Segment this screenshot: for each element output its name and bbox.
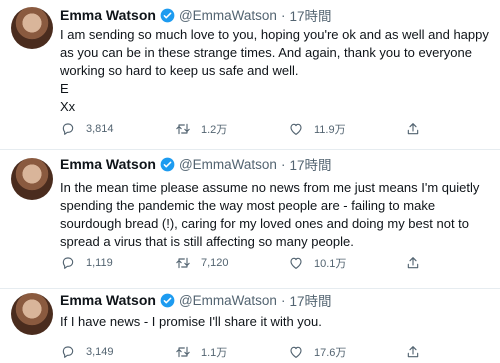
like-icon [290, 346, 302, 358]
like-count: 10.1万 [314, 258, 347, 270]
reply-button[interactable]: 3,814 [60, 120, 114, 138]
retweet-button[interactable]: 7,120 [175, 254, 229, 272]
retweet-icon [176, 257, 190, 269]
reply-count: 3,814 [86, 123, 114, 135]
tweet-header: Emma Watson @EmmaWatson · 17時間 [60, 6, 331, 24]
reply-count: 1,119 [86, 257, 113, 269]
tweet-text-line: sourdough bread (!), caring for my loved… [60, 216, 470, 231]
reply-count: 3,149 [86, 346, 114, 358]
retweet-button[interactable]: 1.1万 [175, 343, 227, 361]
tweet-text-line: E [60, 81, 69, 96]
avatar[interactable] [11, 158, 53, 200]
reply-icon [62, 346, 74, 358]
share-button[interactable] [405, 120, 421, 138]
tweet-text-line: In the mean time please assume no news f… [60, 180, 480, 195]
timestamp[interactable]: 17時間 [289, 154, 331, 174]
tweet[interactable]: Emma Watson @EmmaWatson · 17時間 If I have… [0, 289, 500, 363]
tweet-text-line: I am sending so much love to you, hoping… [60, 27, 489, 42]
tweet-text-line: spread a virus that is still affecting s… [60, 234, 354, 249]
tweet-text-line: working so hard to keep us safe and well… [60, 63, 299, 78]
tweet-text-line: spending the pandemic the way most peopl… [60, 198, 436, 213]
tweet-actions: 3,814 1.2万 11.9万 [60, 120, 430, 138]
avatar[interactable] [11, 7, 53, 49]
author-handle[interactable]: @EmmaWatson [179, 293, 277, 308]
like-button[interactable]: 11.9万 [288, 120, 346, 138]
avatar[interactable] [11, 293, 53, 335]
verified-badge-icon [160, 8, 175, 22]
like-icon [290, 257, 302, 269]
tweet-text: If I have news - I promise I'll share it… [60, 313, 492, 331]
retweet-count: 7,120 [201, 257, 229, 269]
reply-button[interactable]: 3,149 [60, 343, 114, 361]
tweet-header: Emma Watson @EmmaWatson · 17時間 [60, 155, 331, 173]
retweet-button[interactable]: 1.2万 [175, 120, 227, 138]
tweet-text-line: Xx [60, 99, 76, 114]
tweet-actions: 3,149 1.1万 17.6万 [60, 343, 430, 361]
tweet[interactable]: Emma Watson @EmmaWatson · 17時間 I am send… [0, 0, 500, 150]
retweet-icon [176, 123, 190, 135]
tweet-actions: 1,119 7,120 10.1万 [60, 254, 430, 272]
like-count: 11.9万 [314, 124, 346, 136]
tweet-text-line: If I have news - I promise I'll share it… [60, 314, 322, 329]
verified-badge-icon [160, 293, 175, 307]
like-count: 17.6万 [314, 347, 347, 359]
share-icon [407, 123, 419, 135]
tweet-header: Emma Watson @EmmaWatson · 17時間 [60, 291, 331, 309]
retweet-count: 1.2万 [201, 124, 228, 136]
tweet-text: I am sending so much love to you, hoping… [60, 26, 492, 116]
timestamp[interactable]: 17時間 [289, 290, 331, 310]
author-handle[interactable]: @EmmaWatson [179, 157, 277, 172]
reply-icon [62, 123, 74, 135]
reply-button[interactable]: 1,119 [60, 254, 113, 272]
tweet-feed: Emma Watson @EmmaWatson · 17時間 I am send… [0, 0, 500, 363]
author-name[interactable]: Emma Watson [60, 156, 156, 172]
tweet[interactable]: Emma Watson @EmmaWatson · 17時間 In the me… [0, 150, 500, 289]
like-button[interactable]: 10.1万 [288, 254, 346, 272]
tweet-text: In the mean time please assume no news f… [60, 179, 492, 251]
like-icon [290, 123, 302, 135]
retweet-icon [176, 346, 190, 358]
author-name[interactable]: Emma Watson [60, 7, 156, 23]
like-button[interactable]: 17.6万 [288, 343, 346, 361]
share-icon [407, 346, 419, 358]
separator-dot: · [280, 7, 286, 23]
share-icon [407, 257, 419, 269]
retweet-count: 1.1万 [201, 347, 228, 359]
tweet-text-line: as you can be in these strange times. An… [60, 45, 472, 60]
reply-icon [62, 257, 74, 269]
share-button[interactable] [405, 254, 421, 272]
author-name[interactable]: Emma Watson [60, 292, 156, 308]
separator-dot: · [280, 156, 286, 172]
verified-badge-icon [160, 157, 175, 171]
separator-dot: · [280, 292, 286, 308]
timestamp[interactable]: 17時間 [289, 5, 331, 25]
author-handle[interactable]: @EmmaWatson [179, 8, 277, 23]
share-button[interactable] [405, 343, 421, 361]
